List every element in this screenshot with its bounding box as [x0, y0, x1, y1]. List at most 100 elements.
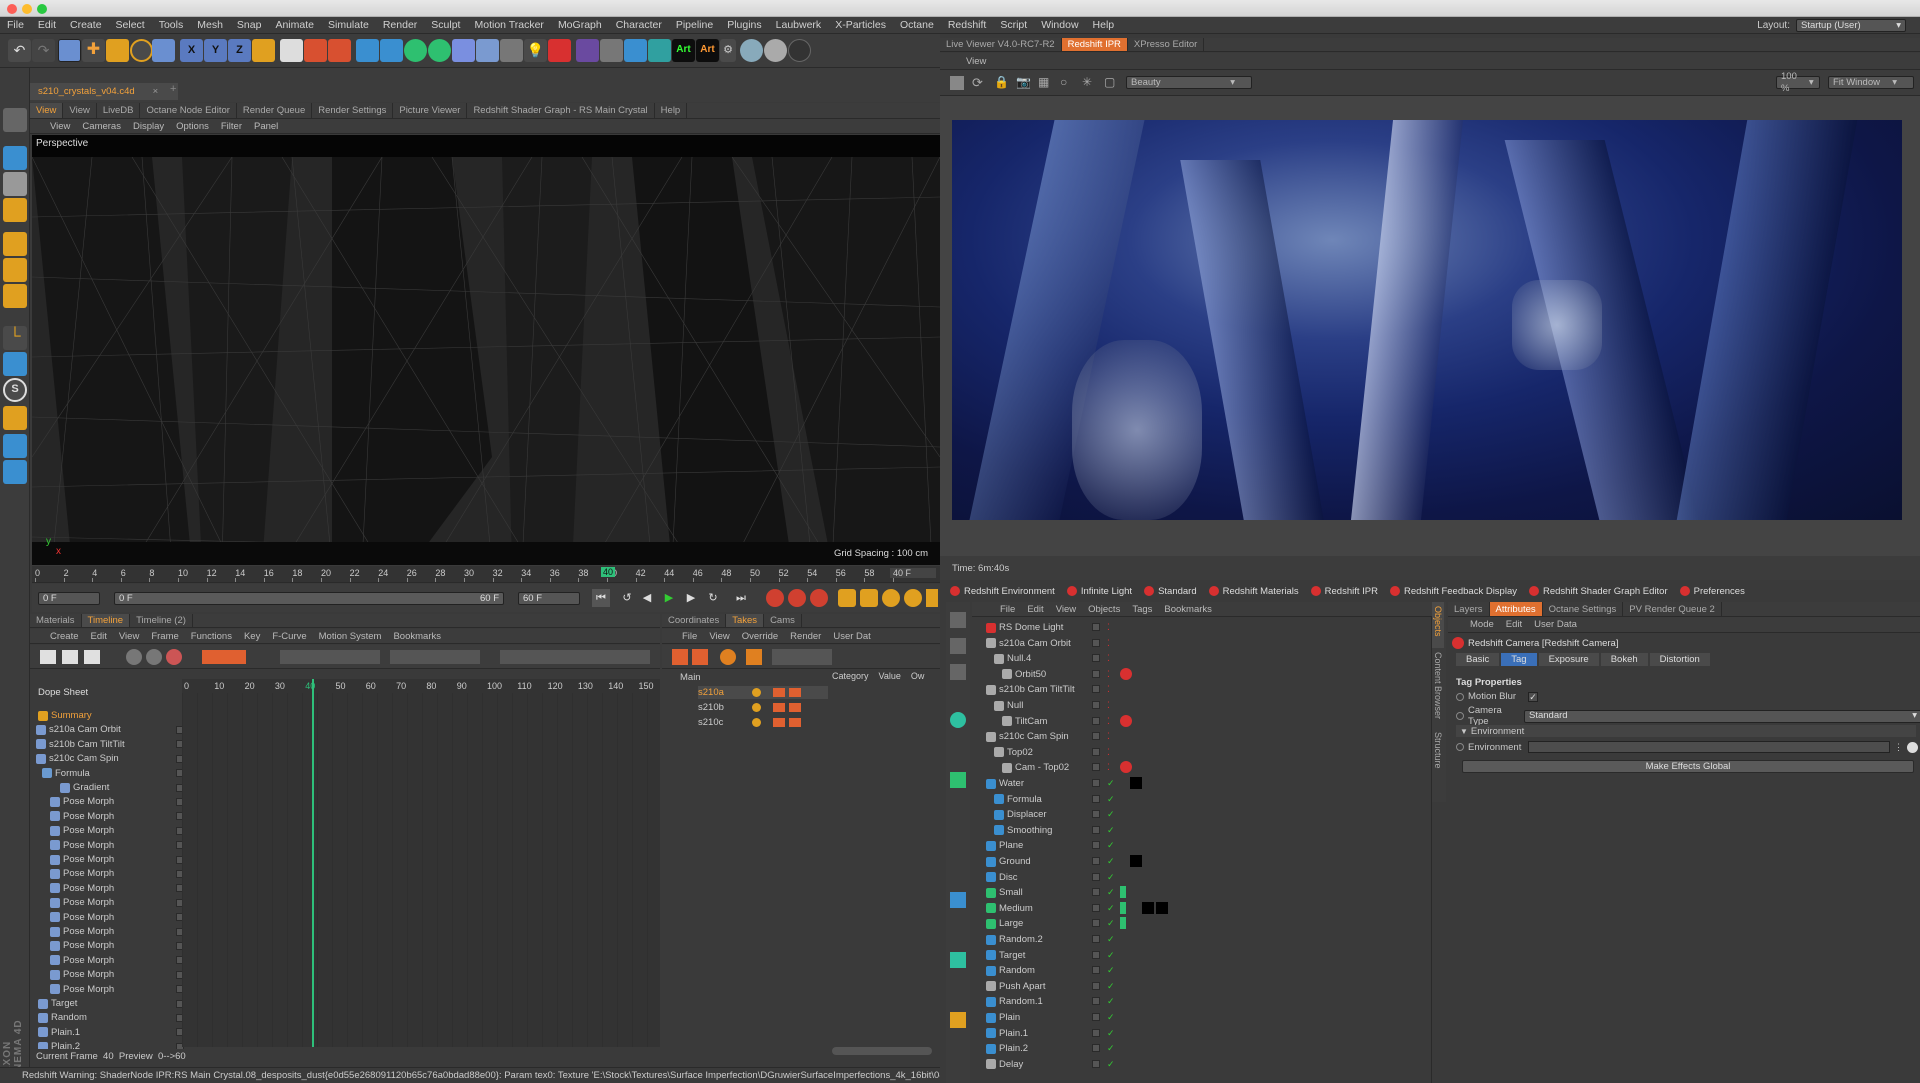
- track-row[interactable]: Pose Morph: [50, 853, 184, 866]
- track-row[interactable]: s210c Cam Spin: [36, 752, 184, 765]
- override-icon[interactable]: [720, 649, 736, 665]
- camera-tag-icon[interactable]: [1120, 667, 1132, 680]
- floor-icon[interactable]: [476, 39, 499, 62]
- material-tag-icon[interactable]: [1142, 901, 1154, 914]
- obj-tool-4-icon[interactable]: [950, 712, 966, 728]
- art-orange-icon[interactable]: Art: [696, 39, 719, 62]
- gear-icon[interactable]: ⚙: [720, 39, 736, 62]
- visibility-dot-icon[interactable]: [1092, 950, 1100, 959]
- take-row[interactable]: s210a: [698, 686, 828, 699]
- coordinate-system-icon[interactable]: [252, 39, 275, 62]
- timeline-menu-functions[interactable]: Functions: [191, 631, 232, 642]
- viewport-menu-options[interactable]: Options: [176, 121, 209, 132]
- object-row[interactable]: Large: [986, 917, 1100, 930]
- viewport-tab-livedb[interactable]: LiveDB: [97, 103, 141, 118]
- object-row[interactable]: Plain.1: [986, 1027, 1100, 1040]
- shelf-preferences[interactable]: Preferences: [1679, 586, 1745, 597]
- takes-tab-takes[interactable]: Takes: [726, 614, 765, 627]
- enabled-check-icon[interactable]: ✓: [1107, 950, 1115, 961]
- timeline-menu-motion-system[interactable]: Motion System: [319, 631, 382, 642]
- object-row[interactable]: TiltCam: [1002, 715, 1100, 728]
- enabled-check-icon[interactable]: ✓: [1107, 903, 1115, 914]
- magnet-icon[interactable]: [3, 406, 27, 430]
- shelf-redshift-materials[interactable]: Redshift Materials: [1208, 586, 1299, 597]
- timeline-menu-frame[interactable]: Frame: [151, 631, 178, 642]
- enabled-check-icon[interactable]: ✓: [1107, 918, 1115, 929]
- track-row[interactable]: s210b Cam TiltTilt: [36, 738, 184, 751]
- enabled-check-icon[interactable]: ✓: [1107, 1043, 1115, 1054]
- pen-icon[interactable]: [380, 39, 403, 62]
- model-mode-icon[interactable]: [3, 146, 27, 170]
- object-row[interactable]: Small: [986, 886, 1100, 899]
- objects-menu-file[interactable]: File: [1000, 604, 1015, 615]
- goto-start-button[interactable]: ⏮: [592, 589, 610, 607]
- attr-tab-pv-render-queue-2[interactable]: PV Render Queue 2: [1623, 602, 1722, 616]
- visibility-dot-icon[interactable]: [1092, 654, 1100, 663]
- deformer-icon[interactable]: [452, 39, 475, 62]
- visibility-dot-icon[interactable]: [1092, 638, 1100, 647]
- take-cam-icon[interactable]: [773, 718, 785, 727]
- octane-icon[interactable]: [600, 39, 623, 62]
- visibility-dot-icon[interactable]: [1092, 841, 1100, 850]
- enabled-check-icon[interactable]: ✓: [1107, 794, 1115, 805]
- attr-menu-edit[interactable]: Edit: [1506, 619, 1522, 630]
- visibility-dot-icon[interactable]: [1092, 935, 1100, 943]
- track-row[interactable]: Pose Morph: [50, 954, 184, 967]
- menu-plugins[interactable]: Plugins: [720, 19, 768, 31]
- object-row[interactable]: Cam - Top02: [1002, 761, 1100, 774]
- object-row[interactable]: Water: [986, 777, 1100, 790]
- axis-mode-icon[interactable]: └: [3, 326, 27, 350]
- timeline-menu-create[interactable]: Create: [50, 631, 79, 642]
- attr-subtab-basic[interactable]: Basic: [1456, 653, 1500, 666]
- track-row[interactable]: Target: [38, 997, 184, 1010]
- take-check-icon[interactable]: [752, 688, 761, 697]
- objects-side-tab-structure[interactable]: Structure: [1432, 728, 1444, 774]
- lock-icon[interactable]: 🔒: [994, 75, 1009, 89]
- object-row[interactable]: Top02: [994, 746, 1100, 759]
- enabled-check-icon[interactable]: ⁚: [1107, 622, 1110, 633]
- menu-animate[interactable]: Animate: [268, 19, 321, 31]
- preview-start-field[interactable]: 0 F 60 F: [114, 592, 504, 605]
- track-row[interactable]: Formula: [42, 767, 184, 780]
- keyframe-dot-icon[interactable]: [1456, 712, 1464, 720]
- shelf-redshift-environment[interactable]: Redshift Environment: [950, 586, 1055, 597]
- attr-tab-layers[interactable]: Layers: [1448, 602, 1490, 616]
- take-render-icon[interactable]: [789, 688, 801, 697]
- z-axis-icon[interactable]: Z: [228, 39, 251, 62]
- enabled-check-icon[interactable]: ✓: [1107, 825, 1115, 836]
- attr-subtab-bokeh[interactable]: Bokeh: [1600, 653, 1648, 666]
- ipr-view-menu[interactable]: View: [966, 56, 986, 67]
- track-row[interactable]: Pose Morph: [50, 795, 184, 808]
- objects-side-tab-objects[interactable]: Objects: [1432, 602, 1444, 648]
- plugin-icon[interactable]: [648, 39, 671, 62]
- obj-tool-2-icon[interactable]: [950, 638, 966, 654]
- visibility-dot-icon[interactable]: [1092, 747, 1100, 756]
- viewport-tab-picture-viewer[interactable]: Picture Viewer: [393, 103, 468, 118]
- cube-icon[interactable]: [356, 39, 379, 62]
- track-row[interactable]: Plain.1: [38, 1026, 184, 1039]
- attr-tab-octane-settings[interactable]: Octane Settings: [1543, 602, 1624, 616]
- recent-tools-icon[interactable]: [152, 39, 175, 62]
- object-row[interactable]: RS Dome Light: [986, 621, 1100, 634]
- layout-dropdown[interactable]: Startup (User) ▾: [1796, 19, 1906, 32]
- enabled-check-icon[interactable]: ✓: [1107, 996, 1115, 1007]
- enabled-check-icon[interactable]: ⁚: [1107, 653, 1110, 664]
- object-row[interactable]: Disc: [986, 871, 1100, 884]
- menu-select[interactable]: Select: [109, 19, 152, 31]
- visibility-dot-icon[interactable]: [1092, 623, 1100, 631]
- mograph-tag-icon[interactable]: [1120, 917, 1126, 930]
- take-row[interactable]: Main: [680, 671, 830, 684]
- playhead[interactable]: [312, 679, 314, 1047]
- take-check-icon[interactable]: [752, 703, 761, 712]
- take-check-icon[interactable]: [752, 718, 761, 727]
- enabled-check-icon[interactable]: ✓: [1107, 872, 1115, 883]
- fit-dropdown[interactable]: Fit Window ▾: [1828, 76, 1914, 89]
- track-row[interactable]: Pose Morph: [50, 867, 184, 880]
- track-row[interactable]: s210a Cam Orbit: [36, 723, 184, 736]
- prev-key-button[interactable]: ◀: [638, 589, 656, 607]
- viewport-menu-view[interactable]: View: [50, 121, 70, 132]
- track-row[interactable]: Pose Morph: [50, 911, 184, 924]
- object-row[interactable]: Random.1: [986, 995, 1100, 1008]
- enabled-check-icon[interactable]: ⁚: [1107, 747, 1110, 758]
- snapshot-icon[interactable]: 📷: [1016, 75, 1031, 89]
